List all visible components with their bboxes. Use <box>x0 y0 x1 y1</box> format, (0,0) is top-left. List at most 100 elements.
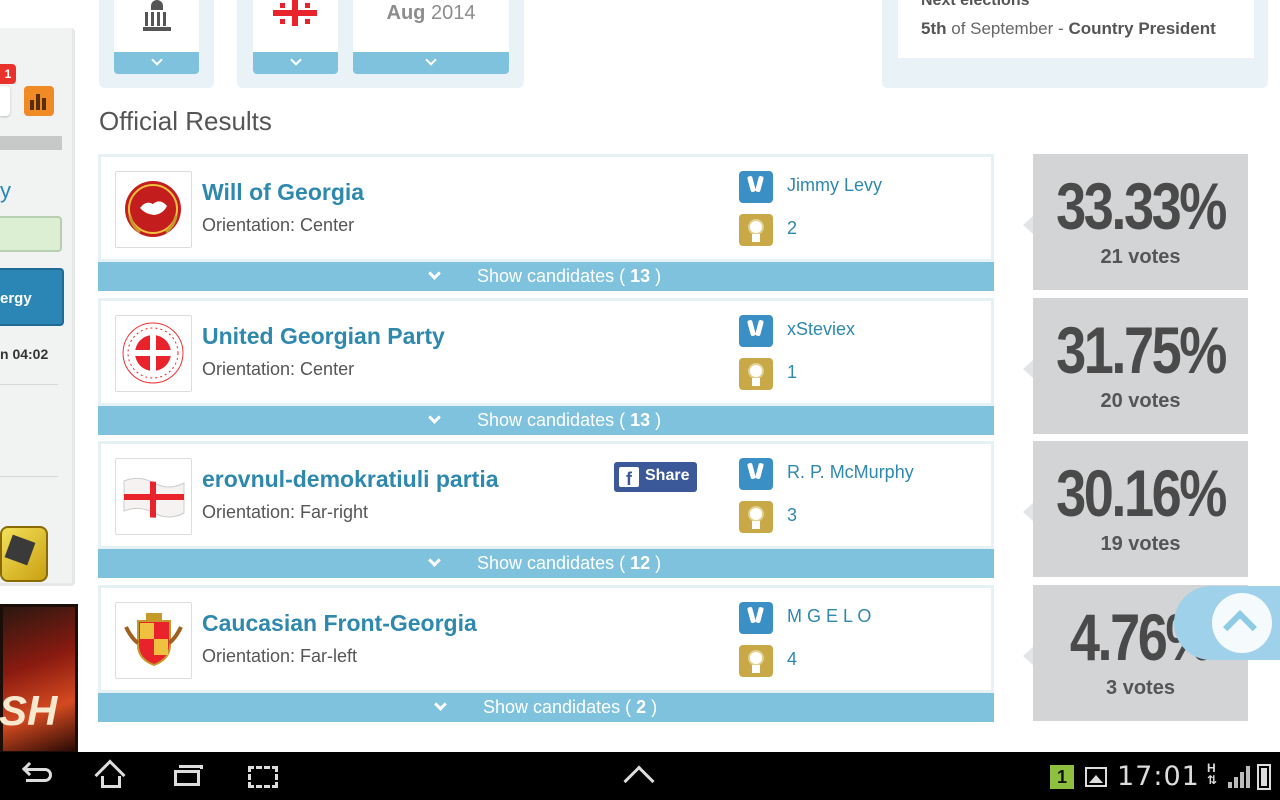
next-election-type: Country President <box>1068 19 1216 38</box>
expand-button[interactable] <box>353 52 509 74</box>
screenshot-icon[interactable] <box>246 762 280 790</box>
show-candidates-label: Show candidates ( 12 ) <box>477 553 661 574</box>
victory-hand-icon <box>739 458 773 490</box>
party-leader-link[interactable]: Jimmy Levy <box>787 175 882 196</box>
result-box: 31.75% 20 votes <box>1023 298 1248 434</box>
facebook-share-button[interactable]: f Share <box>614 462 697 492</box>
show-candidates-button[interactable]: Show candidates ( 13 ) <box>98 262 994 291</box>
show-candidates-prefix: Show candidates ( <box>477 553 626 573</box>
party-logo[interactable] <box>115 171 192 248</box>
back-icon[interactable] <box>21 761 56 790</box>
show-candidates-suffix: ) <box>651 697 658 717</box>
candidates-count: 2 <box>636 697 647 717</box>
show-candidates-button[interactable]: Show candidates ( 13 ) <box>98 406 994 435</box>
party-rank: 4 <box>787 649 798 669</box>
party-card: Will of Georgia Orientation: Center Jimm… <box>98 154 994 262</box>
vote-percentage: 33.33% <box>1056 169 1227 243</box>
next-election-separator: - <box>1058 19 1064 38</box>
chevron-down-icon <box>425 54 437 66</box>
coat-of-arms-logo-icon <box>124 613 183 667</box>
vote-percentage: 30.16% <box>1056 456 1227 530</box>
party-orientation: Orientation: Center <box>202 215 355 235</box>
next-election-line: 5th of September - Country President <box>921 19 1216 39</box>
scroll-to-top-button[interactable] <box>1174 586 1280 660</box>
party-rank: 2 <box>787 218 798 238</box>
party-logo[interactable] <box>115 458 192 535</box>
ad-text: SH <box>0 687 58 734</box>
party-leader-link[interactable]: xSteviex <box>787 319 855 340</box>
chevron-down-icon <box>289 54 302 66</box>
party-name-link[interactable]: Will of Georgia <box>202 179 364 206</box>
date-month: Aug <box>386 2 426 24</box>
vote-count: 19 votes <box>1100 533 1181 555</box>
sidebar-green-button[interactable] <box>0 216 62 252</box>
page: 1 y ergy n 04:02 SH Aug 2014 Next electi… <box>0 0 1280 752</box>
party-name-link[interactable]: Caucasian Front-Georgia <box>202 610 477 637</box>
notification-badge[interactable]: 1 <box>0 64 16 84</box>
system-navigation-bar: 1 17:01 H ⇅ <box>0 752 1280 800</box>
georgia-flag-icon <box>273 0 317 26</box>
united-georgian-party-logo-icon <box>122 322 184 384</box>
next-election-day: 5th <box>921 19 947 38</box>
show-candidates-label: Show candidates ( 13 ) <box>477 410 661 431</box>
bar-chart-icon[interactable] <box>24 86 54 116</box>
expand-button[interactable] <box>253 52 338 74</box>
party-card: erovnul-demokratiuli partia Orientation:… <box>98 441 994 549</box>
rank-medal-icon <box>739 501 773 533</box>
game-icon[interactable] <box>0 526 48 582</box>
show-candidates-button[interactable]: Show candidates ( 12 ) <box>98 549 994 578</box>
party-row: Will of Georgia Orientation: Center Jimm… <box>98 154 994 291</box>
show-candidates-prefix: Show candidates ( <box>477 266 626 286</box>
party-name-link[interactable]: erovnul-demokratiuli partia <box>202 466 499 493</box>
party-leader-link[interactable]: R. P. McMurphy <box>787 462 914 483</box>
sidebar-button[interactable] <box>0 86 10 116</box>
timer-text: n 04:02 <box>0 346 49 362</box>
show-candidates-button[interactable]: Show candidates ( 2 ) <box>98 693 994 722</box>
battery-icon <box>1257 764 1271 790</box>
chevron-down-icon <box>428 411 441 424</box>
show-candidates-prefix: Show candidates ( <box>483 697 632 717</box>
energy-button[interactable]: ergy <box>0 268 64 326</box>
victory-hand-icon <box>739 315 773 347</box>
building-card[interactable] <box>114 0 199 74</box>
show-candidates-prefix: Show candidates ( <box>477 410 626 430</box>
home-icon[interactable] <box>94 759 128 791</box>
network-type-label: H <box>1207 761 1216 775</box>
recent-apps-icon[interactable] <box>170 762 204 790</box>
date-year: 2014 <box>430 2 476 24</box>
party-leader-link[interactable]: M G E L O <box>787 606 871 627</box>
will-of-georgia-logo-icon <box>125 181 181 237</box>
signal-icon <box>1228 766 1252 788</box>
flag-card[interactable] <box>253 0 338 74</box>
party-name-link[interactable]: United Georgian Party <box>202 323 445 350</box>
left-sidebar: 1 y ergy n 04:02 <box>0 28 75 586</box>
chevron-down-icon <box>150 54 163 66</box>
party-card: Caucasian Front-Georgia Orientation: Far… <box>98 585 994 693</box>
notification-count-icon[interactable]: 1 <box>1050 765 1074 789</box>
share-label: Share <box>645 467 690 484</box>
chevron-up-icon <box>1223 610 1257 644</box>
party-logo[interactable] <box>115 315 192 392</box>
candidates-count: 13 <box>630 266 651 286</box>
party-orientation: Orientation: Far-left <box>202 646 358 666</box>
next-elections-title: Next elections <box>921 0 1030 9</box>
date-card[interactable]: Aug 2014 <box>353 0 509 74</box>
expand-button[interactable] <box>114 52 199 74</box>
rank-medal-icon <box>739 358 773 390</box>
clock: 17:01 <box>1117 761 1200 792</box>
chevron-down-icon <box>434 698 447 711</box>
page-title: Official Results <box>99 106 272 136</box>
party-row: United Georgian Party Orientation: Cente… <box>98 298 994 435</box>
election-date: Aug 2014 <box>353 2 509 25</box>
gallery-icon[interactable] <box>1085 767 1107 787</box>
vote-percentage: 31.75% <box>1056 313 1227 387</box>
country-info-card-group: Aug 2014 <box>237 0 524 88</box>
chevron-up-icon[interactable] <box>623 765 655 797</box>
party-orientation: Orientation: Far-right <box>202 502 369 522</box>
next-elections-inner: Next elections 5th of September - Countr… <box>898 0 1254 58</box>
show-candidates-label: Show candidates ( 13 ) <box>477 266 661 287</box>
capitol-building-icon <box>143 0 171 32</box>
ad-banner[interactable]: SH <box>0 604 78 752</box>
party-rank: 1 <box>787 362 798 382</box>
party-logo[interactable] <box>115 602 192 679</box>
